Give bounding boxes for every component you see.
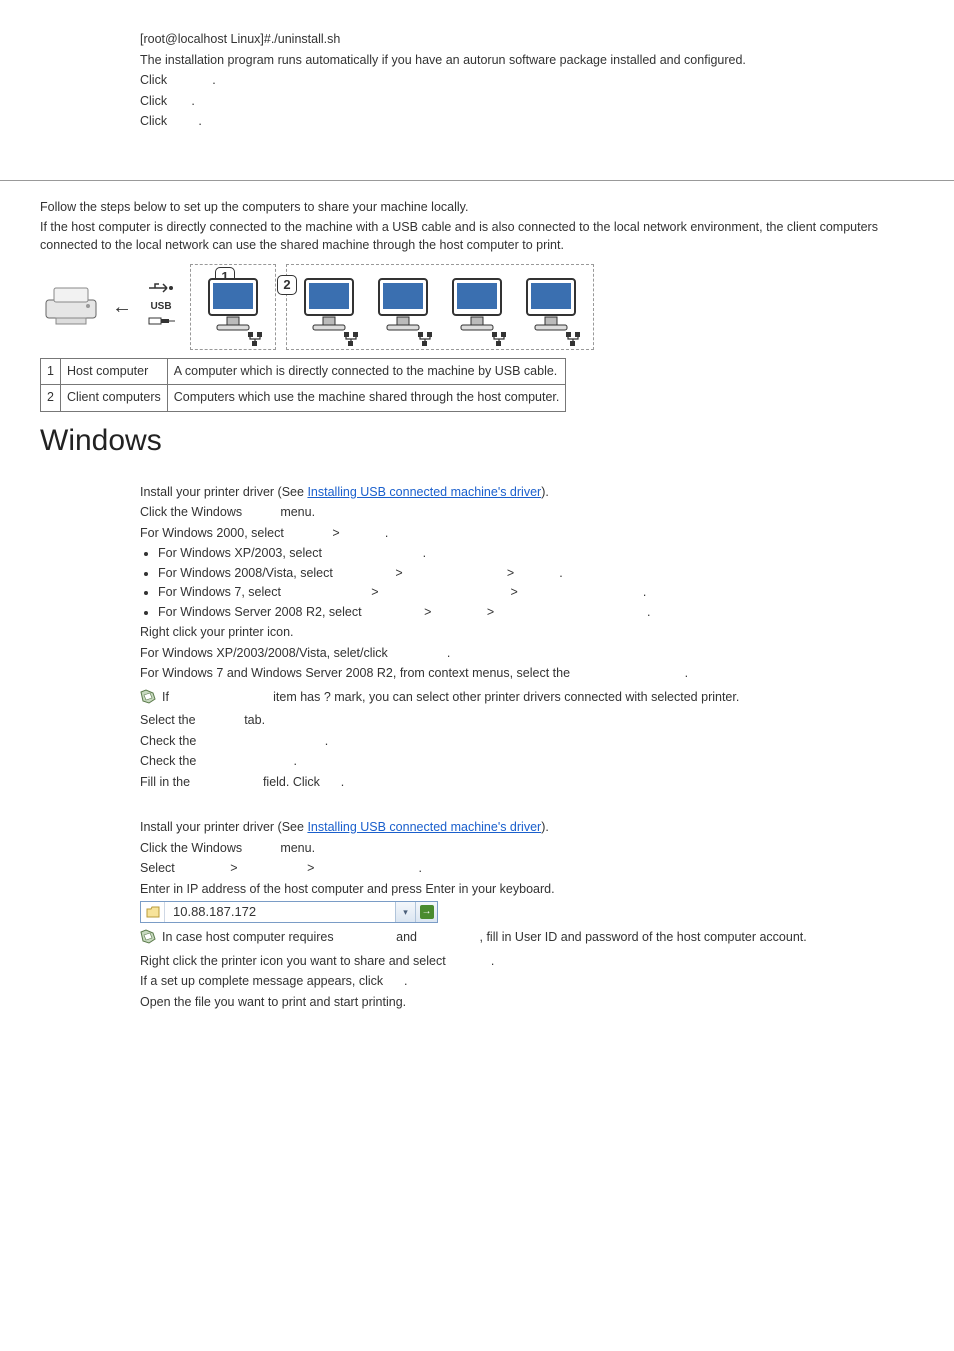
network-icon [343,331,359,347]
dot: . [198,114,201,128]
share-diagram: ← USB 1 [40,264,954,350]
step-click-start-2: Click the Windows menu. [140,840,934,858]
network-icon [565,331,581,347]
intro-line-1: Follow the steps below to set up the com… [40,199,934,217]
client-setup-block: Install your printer driver (See Install… [0,819,954,1011]
step-check-2: Check the . [140,753,934,771]
text: Install your printer driver (See [140,485,307,499]
install-driver-link[interactable]: Installing USB connected machine's drive… [307,820,541,834]
step-install-driver: Install your printer driver (See Install… [140,484,934,502]
network-icon [417,331,433,347]
usb-label: USB [142,282,180,331]
badge-2: 2 [277,275,297,295]
address-input[interactable]: 10.88.187.172 [165,902,395,922]
note-credentials: In case host computer requires and , fil… [140,929,934,947]
address-bar-row: 10.88.187.172 ▾ → [140,901,934,923]
cell-term: Client computers [60,385,167,412]
click-line-1: Click . [140,72,934,90]
arrow-left-icon: ← [112,293,132,321]
usb-text: USB [142,300,180,314]
dot: . [212,73,215,87]
dropdown-button[interactable]: ▾ [395,902,415,922]
step-win2000: For Windows 2000, select > . [140,525,934,543]
network-icon [247,331,263,347]
network-icon [491,331,507,347]
list-item: For Windows Server 2008 R2, select > > . [158,604,934,622]
click-label: Click [140,94,167,108]
note-text: In case host computer requires and , fil… [162,930,807,944]
host-group: 1 [190,264,276,350]
list-item: For Windows 2008/Vista, select > > . [158,565,934,583]
cmd-line: [root@localhost Linux]#./uninstall.sh [140,31,934,49]
client-monitor [375,277,431,345]
intro-block: Follow the steps below to set up the com… [0,199,954,255]
client-monitor [449,277,505,345]
usb-plug-icon [147,316,175,326]
step-open-file: Open the file you want to print and star… [140,994,934,1012]
step-right-click: Right click your printer icon. [140,624,934,642]
windows-heading: Windows [40,420,954,462]
definition-table: 1 Host computer A computer which is dire… [40,358,566,412]
intro-line-2: If the host computer is directly connect… [40,219,934,254]
go-arrow-icon: → [420,905,434,919]
step-click-start: Click the Windows menu. [140,504,934,522]
step-select-tab: Select the tab. [140,712,934,730]
text: ). [541,820,549,834]
step-right-click-share: Right click the printer icon you want to… [140,953,934,971]
step-setup-complete: If a set up complete message appears, cl… [140,973,934,991]
cell-term: Host computer [60,358,167,385]
chevron-down-icon: ▾ [403,906,408,919]
table-row: 2 Client computers Computers which use t… [41,385,566,412]
click-label: Click [140,73,167,87]
cell-desc: Computers which use the machine shared t… [167,385,566,412]
step-install-driver-2: Install your printer driver (See Install… [140,819,934,837]
uninstall-section: [root@localhost Linux]#./uninstall.sh Th… [0,31,954,131]
text: Install your printer driver (See [140,820,307,834]
address-bar[interactable]: 10.88.187.172 ▾ → [140,901,438,923]
click-line-2: Click . [140,93,934,111]
list-item: For Windows 7, select > > . [158,584,934,602]
clients-group: 2 [286,264,594,350]
cell-desc: A computer which is directly connected t… [167,358,566,385]
click-label: Click [140,114,167,128]
note-icon [140,929,156,945]
cell-num: 1 [41,358,61,385]
client-monitor [301,277,357,345]
printer-icon [40,282,102,332]
autorun-text: The installation program runs automatica… [140,52,934,70]
click-line-3: Click . [140,113,934,131]
usb-icon [147,282,175,294]
step-context-menus: For Windows 7 and Windows Server 2008 R2… [140,665,934,683]
list-item: For Windows XP/2003, select . [158,545,934,563]
dot: . [191,94,194,108]
step-select-click: For Windows XP/2003/2008/Vista, selet/cl… [140,645,934,663]
table-row: 1 Host computer A computer which is dire… [41,358,566,385]
step-fill-field: Fill in the field. Click . [140,774,934,792]
go-button[interactable]: → [415,902,437,922]
text: ). [541,485,549,499]
cell-num: 2 [41,385,61,412]
host-setup-block: Install your printer driver (See Install… [0,484,954,792]
note-text: If item has ? mark, you can select other… [162,690,739,704]
note-icon [140,689,156,705]
divider [0,180,954,181]
client-monitor [523,277,579,345]
note-question-mark: If item has ? mark, you can select other… [140,689,934,707]
host-monitor [205,277,261,345]
step-enter-ip: Enter in IP address of the host computer… [140,881,934,899]
folder-icon [141,902,165,922]
step-select-path: Select > > . [140,860,934,878]
install-driver-link[interactable]: Installing USB connected machine's drive… [307,485,541,499]
step-check-1: Check the . [140,733,934,751]
os-variants-list: For Windows XP/2003, select . For Window… [158,545,934,621]
